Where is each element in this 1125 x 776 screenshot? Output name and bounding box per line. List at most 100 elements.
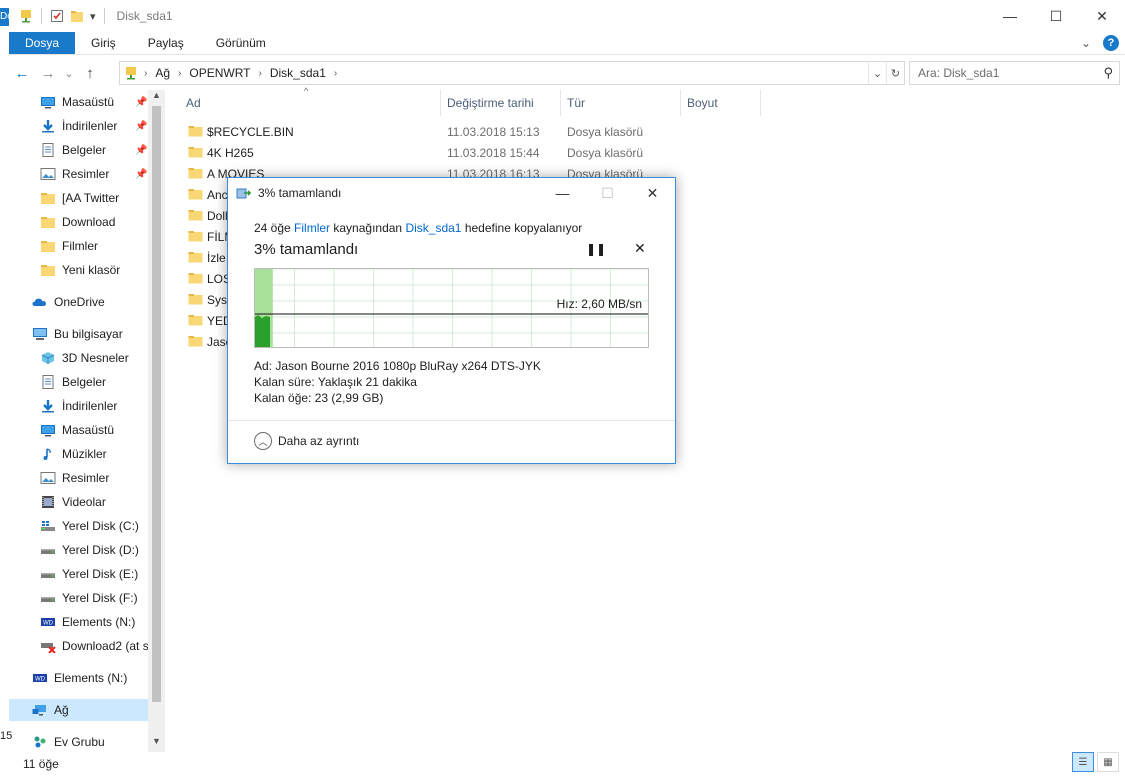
file-row[interactable]: 4K H265 11.03.2018 15:44 Dosya klasörü xyxy=(180,142,880,163)
search-input[interactable]: Ara: Disk_sda1 ⚲ xyxy=(909,61,1120,85)
pause-button[interactable]: ❚❚ xyxy=(586,242,606,256)
large-icons-view-icon[interactable]: ▦ xyxy=(1097,752,1119,772)
drive-icon xyxy=(40,567,56,581)
search-icon[interactable]: ⚲ xyxy=(1103,65,1113,81)
pin-icon[interactable]: 📌 xyxy=(135,97,147,108)
breadcrumb-separator[interactable]: › xyxy=(178,68,181,79)
tab-view[interactable]: Görünüm xyxy=(200,32,282,54)
sidebar-item-elements-n[interactable]: WD Elements (N:) xyxy=(9,611,149,633)
sidebar-item-label: Yerel Disk (F:) xyxy=(62,591,138,605)
tab-home[interactable]: Giriş xyxy=(75,32,132,54)
cancel-copy-button[interactable]: ✕ xyxy=(634,240,646,257)
sidebar-item-download2-at-s[interactable]: Download2 (at s xyxy=(9,635,149,657)
sidebar-item-masaüstü[interactable]: Masaüstü xyxy=(9,419,149,441)
sidebar-item-label: Resimler xyxy=(62,167,110,181)
column-header-size[interactable]: Boyut xyxy=(687,90,718,116)
sidebar-item-3d-nesneler[interactable]: 3D Nesneler xyxy=(9,347,149,369)
file-type: Dosya klasörü xyxy=(567,125,644,139)
sidebar-item-ağ[interactable]: Ağ xyxy=(9,699,149,721)
scroll-up-icon[interactable]: ▲ xyxy=(148,90,165,106)
address-dropdown-icon[interactable]: ⌄ xyxy=(868,62,886,84)
pin-icon[interactable]: 📌 xyxy=(135,145,147,156)
breadcrumb-separator[interactable]: › xyxy=(334,68,337,79)
sidebar-item-müzikler[interactable]: Müzikler xyxy=(9,443,149,465)
copy-icon xyxy=(236,188,252,199)
column-header-type[interactable]: Tür xyxy=(567,90,585,116)
sidebar-item-label: 3D Nesneler xyxy=(62,351,129,365)
scroll-thumb[interactable] xyxy=(152,106,161,702)
desktop-icon xyxy=(40,423,56,437)
sidebar-item-onedrive[interactable]: OneDrive xyxy=(9,291,149,313)
back-button[interactable]: ← xyxy=(9,65,35,82)
sidebar-item-label: Masaüstü xyxy=(62,95,115,109)
sidebar-item-label: Ev Grubu xyxy=(54,735,105,749)
folder-icon xyxy=(188,315,203,326)
sidebar-item-resimler[interactable]: Resimler xyxy=(9,467,149,489)
sidebar-item-ev-grubu[interactable]: Ev Grubu xyxy=(9,731,149,752)
sidebar-item-bu-bilgisayar[interactable]: Bu bilgisayar xyxy=(9,323,149,345)
navigation-pane-scrollbar[interactable]: ▲ ▼ xyxy=(148,90,165,752)
column-header-name[interactable]: Ad xyxy=(186,90,201,116)
sidebar-item-label: Elements (N:) xyxy=(54,671,128,685)
sidebar-item-yerel-disk-c[interactable]: Yerel Disk (C:) xyxy=(9,515,149,537)
sidebar-item-filmler[interactable]: Filmler xyxy=(9,235,149,257)
sidebar-item-yerel-disk-d[interactable]: Yerel Disk (D:) xyxy=(9,539,149,561)
details-view-icon[interactable]: ☰ xyxy=(1072,752,1094,772)
column-header-date[interactable]: Değiştirme tarihi xyxy=(447,90,534,116)
sidebar-item-resimler[interactable]: Resimler 📌 xyxy=(9,163,149,185)
maximize-button[interactable]: ☐ xyxy=(1033,0,1079,32)
sidebar-item-videolar[interactable]: Videolar xyxy=(9,491,149,513)
speed-area xyxy=(255,315,270,347)
destination-link[interactable]: Disk_sda1 xyxy=(405,221,461,235)
sidebar-item-label: Filmler xyxy=(62,239,98,253)
breadcrumb-openwrt[interactable]: OPENWRT xyxy=(189,66,250,80)
recent-locations-button[interactable]: ⌄ xyxy=(61,67,77,80)
dialog-minimize-button[interactable]: — xyxy=(540,178,585,208)
current-file-name: Ad: Jason Bourne 2016 1080p BluRay x264 … xyxy=(254,359,541,373)
sidebar-item-elements-n[interactable]: WD Elements (N:) xyxy=(9,667,149,689)
pin-icon[interactable]: 📌 xyxy=(135,169,147,180)
copy-description: 24 öğe Filmler kaynağından Disk_sda1 hed… xyxy=(254,221,583,235)
fewer-details-button[interactable]: ︿ Daha az ayrıntı xyxy=(254,432,359,450)
copy-details: Ad: Jason Bourne 2016 1080p BluRay x264 … xyxy=(254,358,541,406)
sidebar-item-belgeler[interactable]: Belgeler 📌 xyxy=(9,139,149,161)
wd-drive-icon: WD xyxy=(32,671,48,685)
sidebar-item-label: [AA Twitter xyxy=(62,191,120,205)
sidebar-item-aa-twitter[interactable]: [AA Twitter xyxy=(9,187,149,209)
source-link[interactable]: Filmler xyxy=(294,221,330,235)
pin-icon[interactable]: 📌 xyxy=(135,121,147,132)
scroll-down-icon[interactable]: ▼ xyxy=(148,736,165,752)
minimize-button[interactable]: — xyxy=(987,0,1033,32)
sidebar-item-label: Download2 (at s xyxy=(62,639,149,653)
up-button[interactable]: ↑ xyxy=(77,65,103,82)
sidebar-item-i-ndirilenler[interactable]: İndirilenler xyxy=(9,395,149,417)
properties-icon[interactable] xyxy=(50,9,64,23)
forward-button[interactable]: → xyxy=(35,65,61,82)
refresh-icon[interactable]: ↻ xyxy=(886,62,904,84)
close-button[interactable]: ✕ xyxy=(1079,0,1125,32)
help-icon[interactable]: ? xyxy=(1103,35,1119,51)
quick-access-dropdown-icon[interactable]: ▾ xyxy=(90,10,96,23)
new-folder-icon[interactable] xyxy=(70,9,84,23)
tab-file[interactable]: Dosya xyxy=(9,32,76,54)
sidebar-item-download[interactable]: Download xyxy=(9,211,149,233)
copy-progress-dialog: 3% tamamlandı — ☐ ✕ 24 öğe Filmler kayna… xyxy=(227,177,676,464)
folder-icon xyxy=(40,215,56,229)
breadcrumb-separator[interactable]: › xyxy=(259,68,262,79)
sidebar-item-masaüstü[interactable]: Masaüstü 📌 xyxy=(9,91,149,113)
sidebar-item-label: Download xyxy=(62,215,116,229)
transfer-speed: Hız: 2,60 MB/sn xyxy=(556,297,642,311)
file-row[interactable]: $RECYCLE.BIN 11.03.2018 15:13 Dosya klasör… xyxy=(180,121,880,142)
breadcrumb-separator[interactable]: › xyxy=(144,68,147,79)
sidebar-item-yerel-disk-e[interactable]: Yerel Disk (E:) xyxy=(9,563,149,585)
dialog-close-button[interactable]: ✕ xyxy=(630,178,675,208)
sidebar-item-i-ndirilenler[interactable]: İndirilenler 📌 xyxy=(9,115,149,137)
sidebar-item-yerel-disk-f[interactable]: Yerel Disk (F:) xyxy=(9,587,149,609)
breadcrumb-disk[interactable]: Disk_sda1 xyxy=(270,66,326,80)
sidebar-item-belgeler[interactable]: Belgeler xyxy=(9,371,149,393)
expand-ribbon-icon[interactable]: ⌄ xyxy=(1081,36,1091,50)
address-bar[interactable]: › Ağ › OPENWRT › Disk_sda1 › ⌄ ↻ xyxy=(119,61,905,85)
tab-share[interactable]: Paylaş xyxy=(132,32,200,54)
breadcrumb-network[interactable]: Ağ xyxy=(155,66,170,80)
sidebar-item-yeni-klasör[interactable]: Yeni klasör xyxy=(9,259,149,281)
